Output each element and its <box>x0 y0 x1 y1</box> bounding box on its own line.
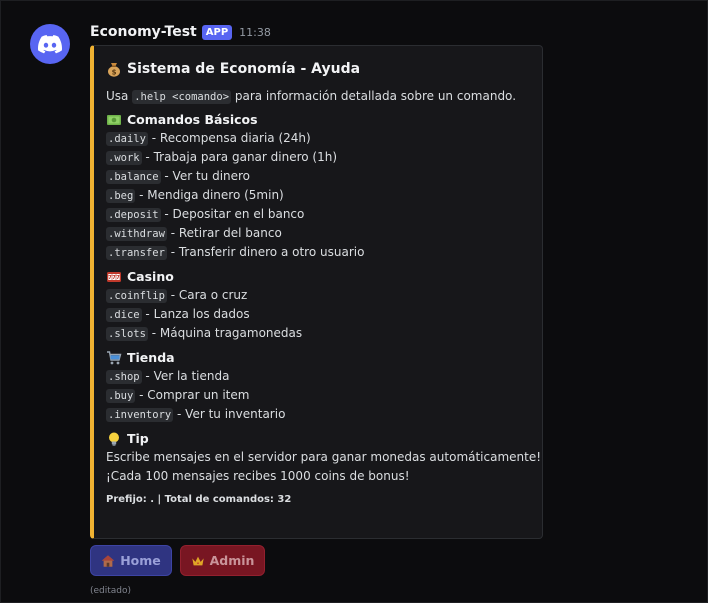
field-tip: Tip Escribe mensajes en el servidor para… <box>106 429 542 486</box>
field-title-text: Casino <box>127 269 174 284</box>
command-desc: - Mendiga dinero (5min) <box>135 188 284 202</box>
edited-label: (editado) <box>90 586 132 596</box>
command-line: .balance - Ver tu dinero <box>106 167 532 186</box>
command-line: .deposit - Depositar en el banco <box>106 205 532 224</box>
command-desc: - Recompensa diaria (24h) <box>147 131 311 145</box>
embed-description: Usa .help <comando> para información det… <box>106 87 532 105</box>
embed-title-text: Sistema de Economía - Ayuda <box>127 61 361 77</box>
svg-text:$: $ <box>112 69 117 77</box>
command-code: .shop <box>106 370 142 384</box>
field-title-text: Tienda <box>127 350 175 365</box>
command-code: .daily <box>106 132 148 146</box>
command-code: .beg <box>106 189 136 203</box>
command-code: .deposit <box>106 208 161 222</box>
command-desc: - Máquina tragamonedas <box>147 326 303 340</box>
help-embed: $ Sistema de Economía - Ayuda Usa .help … <box>90 45 543 539</box>
command-desc: - Comprar un item <box>135 388 250 402</box>
command-line: .shop - Ver la tienda <box>106 367 532 386</box>
command-code: .buy <box>106 389 136 403</box>
command-desc: - Ver tu inventario <box>173 407 286 421</box>
embed-footer: Prefijo: . | Total de comandos: 32 <box>106 494 292 505</box>
command-desc: - Depositar en el banco <box>160 207 305 221</box>
command-line: .inventory - Ver tu inventario <box>106 405 532 424</box>
description-suffix: para información detallada sobre un coma… <box>231 89 517 103</box>
command-line: .buy - Comprar un item <box>106 386 532 405</box>
command-line: .beg - Mendiga dinero (5min) <box>106 186 532 205</box>
bot-avatar[interactable] <box>30 24 70 64</box>
command-code: .dice <box>106 308 142 322</box>
help-command-code: .help <comando> <box>132 90 232 104</box>
field-name: Tip <box>106 429 532 448</box>
slot-machine-icon: 7 7 7 <box>107 271 121 282</box>
field-casino: 7 7 7 Casino .coinflip - Cara o cruz .di… <box>106 267 532 343</box>
command-code: .coinflip <box>106 289 167 303</box>
light-bulb-icon <box>109 432 119 446</box>
shopping-cart-icon <box>107 350 122 364</box>
command-code: .balance <box>106 170 161 184</box>
tip-line: ¡Cada 100 mensajes recibes 1000 coins de… <box>106 469 410 483</box>
command-line: .slots - Máquina tragamonedas <box>106 324 532 343</box>
message-timestamp: 11:38 <box>239 25 271 39</box>
command-desc: - Trabaja para ganar dinero (1h) <box>141 150 338 164</box>
discord-logo-icon <box>38 34 62 53</box>
description-prefix: Usa <box>106 89 133 103</box>
command-desc: - Retirar del banco <box>166 226 282 240</box>
command-desc: - Transferir dinero a otro usuario <box>166 245 365 259</box>
field-name: Tienda <box>106 348 532 367</box>
command-desc: - Ver la tienda <box>141 369 230 383</box>
command-line: .coinflip - Cara o cruz <box>106 286 532 305</box>
command-line: .withdraw - Retirar del banco <box>106 224 532 243</box>
field-name: 7 7 7 Casino <box>106 267 532 286</box>
dollar-banknote-icon <box>107 114 121 125</box>
crown-icon <box>191 556 204 565</box>
embed-title: $ Sistema de Economía - Ayuda <box>106 58 532 80</box>
house-icon <box>102 554 115 567</box>
author-name[interactable]: Economy-Test <box>90 24 197 40</box>
command-line: .transfer - Transferir dinero a otro usu… <box>106 243 532 262</box>
message-header: Economy-Test APP 11:38 <box>90 22 271 42</box>
field-basic-commands: Comandos Básicos .daily - Recompensa dia… <box>106 110 532 262</box>
field-title-text: Tip <box>127 431 149 446</box>
command-line: .dice - Lanza los dados <box>106 305 532 324</box>
svg-text:7: 7 <box>116 275 120 281</box>
command-code: .withdraw <box>106 227 167 241</box>
app-badge: APP <box>201 24 233 40</box>
admin-button-label: Admin <box>209 553 255 568</box>
home-button-label: Home <box>120 553 161 568</box>
command-desc: - Lanza los dados <box>141 307 250 321</box>
command-code: .inventory <box>106 408 174 422</box>
command-desc: - Cara o cruz <box>166 288 248 302</box>
field-title-text: Comandos Básicos <box>127 112 258 127</box>
command-line: .daily - Recompensa diaria (24h) <box>106 129 532 148</box>
admin-button[interactable]: Admin <box>180 545 265 576</box>
command-code: .work <box>106 151 142 165</box>
money-bag-icon: $ <box>108 63 120 77</box>
command-desc: - Ver tu dinero <box>160 169 251 183</box>
field-name: Comandos Básicos <box>106 110 532 129</box>
command-code: .slots <box>106 327 148 341</box>
tip-line: Escribe mensajes en el servidor para gan… <box>106 450 542 464</box>
field-shop: Tienda .shop - Ver la tienda .buy - Comp… <box>106 348 532 424</box>
home-button[interactable]: Home <box>90 545 172 576</box>
command-line: .work - Trabaja para ganar dinero (1h) <box>106 148 532 167</box>
command-code: .transfer <box>106 246 167 260</box>
